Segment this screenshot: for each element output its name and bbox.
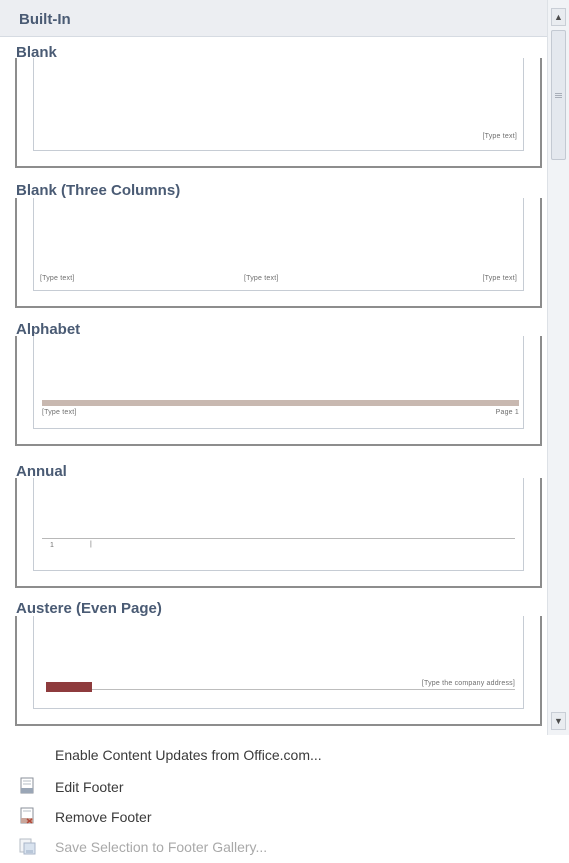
gallery-item-blank[interactable]: [Type text] — [15, 58, 542, 168]
remove-footer-icon — [18, 807, 36, 825]
menu-item-enable-content-updates[interactable]: Enable Content Updates from Office.com..… — [0, 740, 560, 770]
footer-gallery: Built-In Blank [Type text] Blank (Three … — [0, 0, 569, 735]
preview-field-page: Page 1 — [495, 409, 519, 416]
edit-footer-icon — [18, 777, 36, 795]
gallery-scrollbar[interactable]: ▲ ▼ — [547, 0, 569, 735]
gallery-item-label-austere-even-page: Austere (Even Page) — [16, 600, 162, 617]
footer-preview: [Type text] [Type text] [Type text] — [33, 198, 524, 291]
arrow-down-icon[interactable]: ▼ — [551, 712, 566, 730]
preview-separator: | — [90, 541, 93, 548]
menu-item-label: Remove Footer — [55, 809, 152, 825]
preview-field: [Type text] — [482, 133, 517, 140]
preview-rule — [42, 538, 515, 539]
footer-preview: [Type text] — [33, 58, 524, 151]
preview-field-address: [Type the company address] — [421, 680, 515, 687]
footer-preview: 1 | — [33, 478, 524, 571]
preview-field-left: [Type text] — [42, 409, 77, 416]
gallery-item-label-blank-three-columns: Blank (Three Columns) — [16, 182, 181, 199]
footer-preview: [Type text] Page 1 — [33, 336, 524, 429]
footer-menu: Enable Content Updates from Office.com..… — [0, 736, 569, 863]
preview-field-center: [Type text] — [244, 275, 279, 282]
arrow-up-icon[interactable]: ▲ — [551, 8, 566, 26]
menu-item-label: Edit Footer — [55, 779, 124, 795]
menu-item-label: Enable Content Updates from Office.com..… — [55, 747, 322, 763]
gallery-item-annual[interactable]: 1 | — [15, 478, 542, 588]
austere-rule — [92, 689, 515, 690]
preview-page-number: 1 — [50, 542, 55, 549]
gallery-item-austere-even-page[interactable]: [Type the company address] — [15, 616, 542, 726]
alphabet-band — [42, 400, 519, 406]
austere-red-block — [46, 682, 92, 692]
scroll-thumb[interactable] — [551, 30, 566, 160]
section-header-label: Built-In — [19, 11, 71, 28]
gallery-item-alphabet[interactable]: [Type text] Page 1 — [15, 336, 542, 446]
save-selection-icon — [18, 837, 36, 855]
preview-field-left: [Type text] — [40, 275, 75, 282]
grip-icon — [555, 93, 562, 94]
gallery-item-blank-three-columns[interactable]: [Type text] [Type text] [Type text] — [15, 198, 542, 308]
preview-field-right: [Type text] — [482, 275, 517, 282]
menu-item-label: Save Selection to Footer Gallery... — [55, 839, 268, 855]
menu-item-save-selection[interactable]: Save Selection to Footer Gallery... — [0, 832, 560, 862]
menu-item-remove-footer[interactable]: Remove Footer — [0, 802, 560, 832]
section-header-built-in: Built-In — [0, 0, 547, 37]
menu-item-edit-footer[interactable]: Edit Footer — [0, 772, 560, 802]
footer-preview: [Type the company address] — [33, 616, 524, 709]
